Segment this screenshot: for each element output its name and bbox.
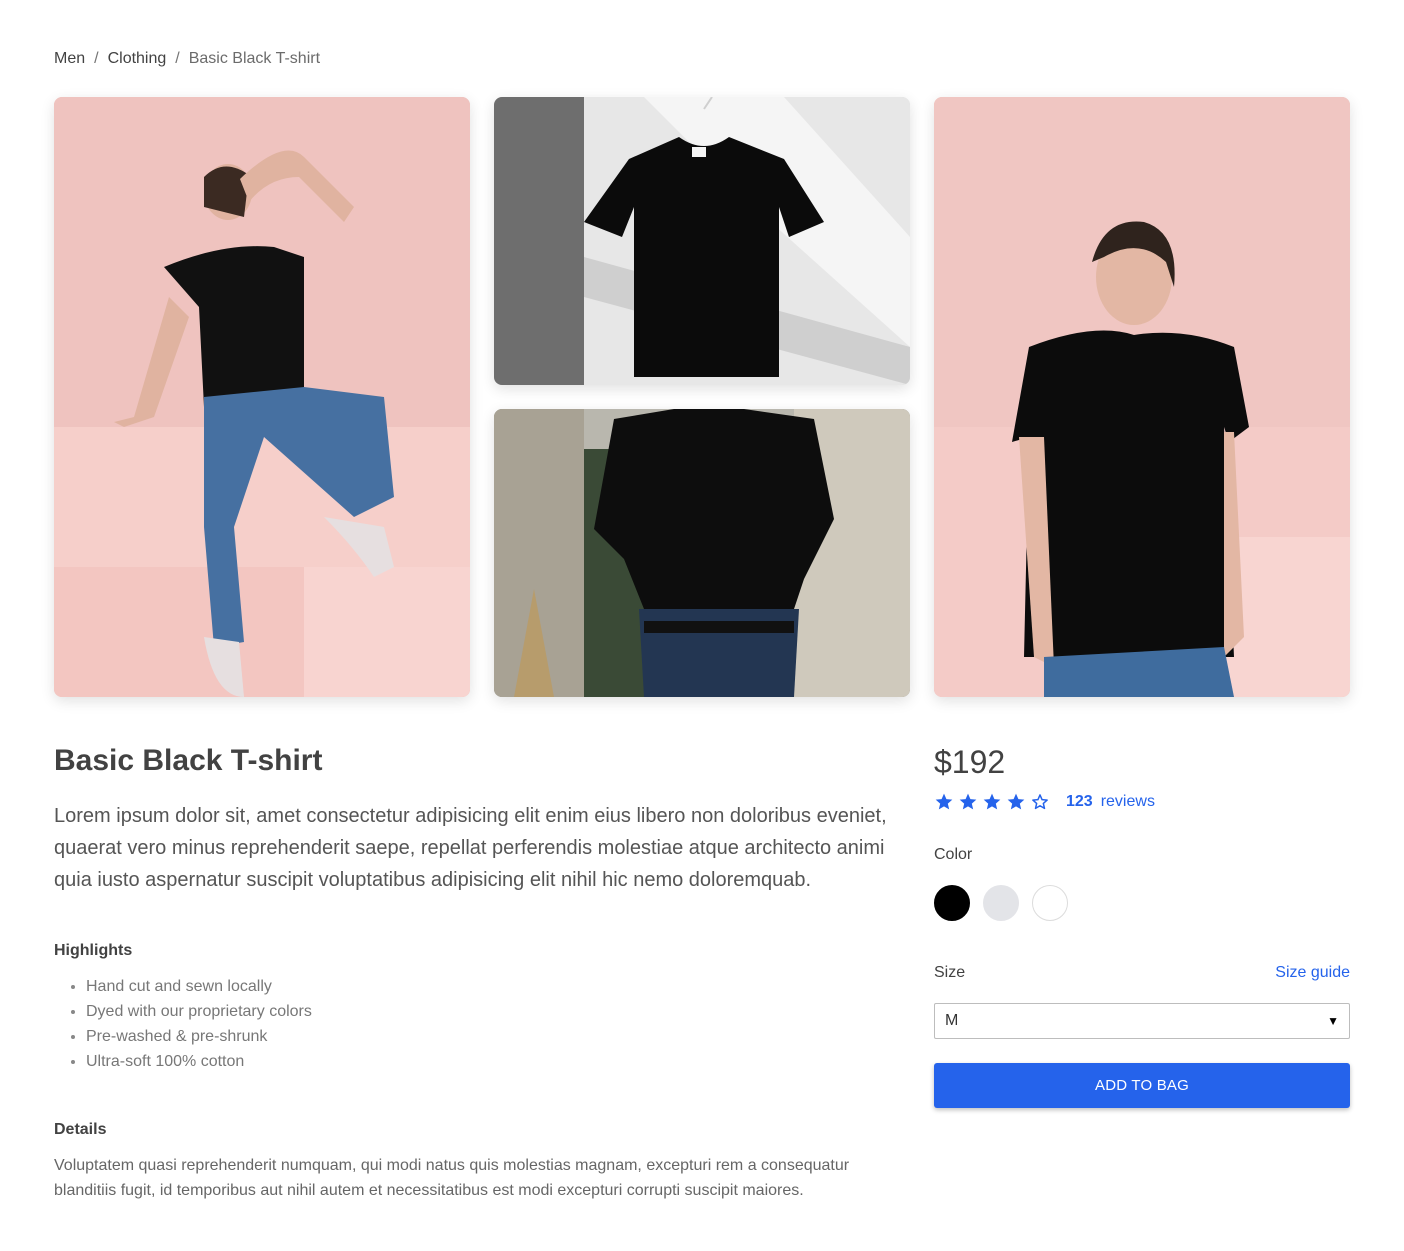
product-description: Lorem ipsum dolor sit, amet consectetur …	[54, 805, 887, 891]
color-swatch-gray[interactable]	[983, 885, 1019, 921]
star-filled-icon	[983, 793, 1001, 810]
product-photo-hanging-shirt	[494, 97, 910, 385]
breadcrumb: Men / Clothing / Basic Black T-shirt	[54, 50, 320, 68]
breadcrumb-link-clothing[interactable]: Clothing	[108, 50, 167, 68]
size-guide-link[interactable]: Size guide	[1275, 964, 1350, 982]
star-filled-icon	[959, 793, 977, 810]
details-heading: Details	[54, 1121, 107, 1138]
rating: 123 reviews	[934, 792, 1155, 812]
highlight-item: Hand cut and sewn locally	[86, 974, 312, 999]
product-price: $192	[934, 744, 1006, 780]
size-select-value: M	[945, 1012, 959, 1029]
reviews-link[interactable]: reviews	[1101, 793, 1155, 811]
color-label: Color	[934, 846, 973, 863]
caret-down-icon: ▼	[1327, 1014, 1339, 1028]
product-photo-woman-sitting	[54, 97, 470, 697]
highlight-item: Pre-washed & pre-shrunk	[86, 1024, 312, 1049]
product-photo-shirt-closeup	[494, 409, 910, 697]
highlight-item: Ultra-soft 100% cotton	[86, 1049, 312, 1074]
highlights-heading: Highlights	[54, 942, 133, 959]
size-select[interactable]: M ▼	[934, 1003, 1350, 1039]
color-swatches	[934, 885, 1068, 921]
star-filled-icon	[1007, 793, 1025, 810]
product-title: Basic Black T-shirt	[54, 744, 323, 777]
breadcrumb-separator: /	[94, 50, 99, 67]
breadcrumb-current: Basic Black T-shirt	[188, 50, 321, 67]
add-to-bag-button[interactable]: ADD TO BAG	[934, 1063, 1350, 1108]
reviews-count[interactable]: 123	[1066, 793, 1093, 811]
color-swatch-black[interactable]	[934, 885, 970, 921]
star-filled-icon	[935, 793, 953, 810]
product-photo-woman-looking-down	[934, 97, 1350, 697]
size-label: Size	[934, 964, 966, 981]
star-outline-icon	[1032, 794, 1048, 810]
breadcrumb-separator: /	[175, 50, 180, 67]
color-swatch-white[interactable]	[1032, 885, 1068, 921]
highlight-item: Dyed with our proprietary colors	[86, 999, 312, 1024]
details-text: Voluptatem quasi reprehenderit numquam, …	[54, 1157, 850, 1199]
highlights-list: Hand cut and sewn locally Dyed with our …	[54, 974, 312, 1074]
breadcrumb-link-men[interactable]: Men	[54, 50, 85, 68]
